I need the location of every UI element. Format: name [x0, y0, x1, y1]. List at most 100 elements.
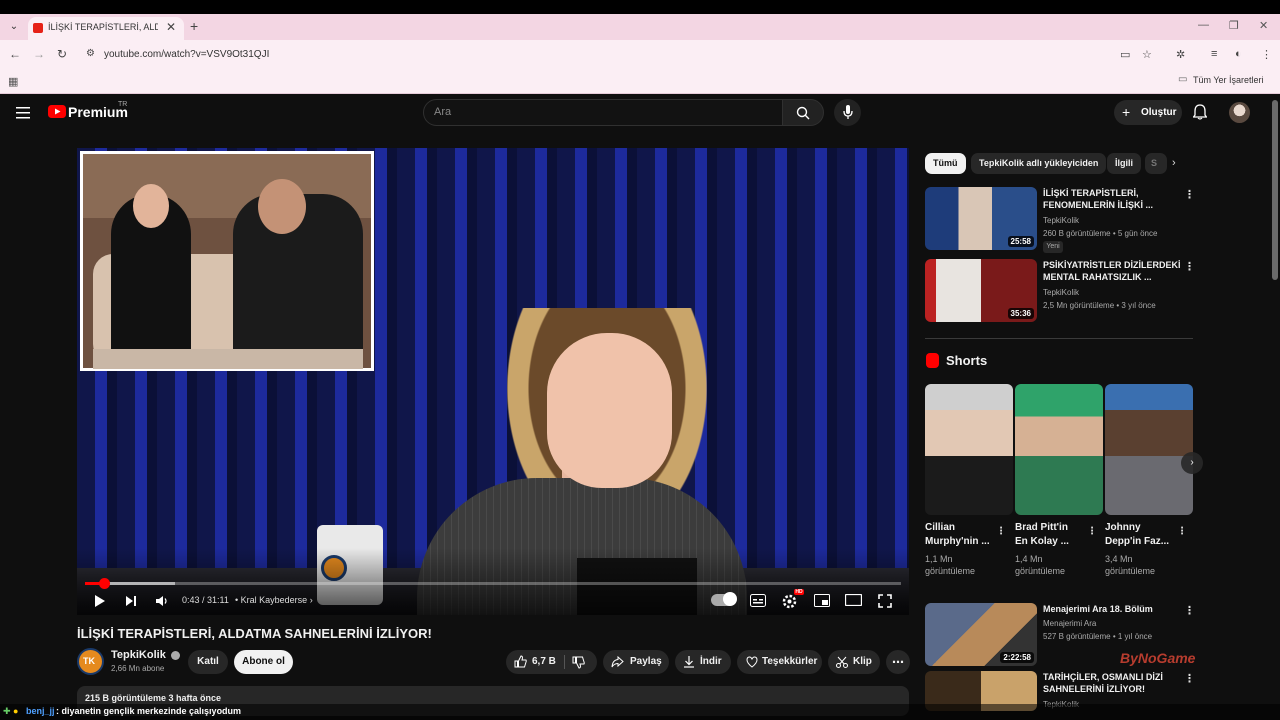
related-channel[interactable]: TepkiKolik: [1043, 288, 1079, 297]
related-title[interactable]: İLİŞKİ TERAPİSTLERİ, FENOMENLERİN İLİŞKİ…: [1043, 187, 1183, 211]
url-text[interactable]: youtube.com/watch?v=VSV9Ot31QJI: [104, 49, 269, 60]
notifications-bell-icon[interactable]: [1193, 104, 1207, 120]
share-arrow-icon: [611, 656, 624, 668]
account-avatar[interactable]: [1229, 102, 1250, 123]
related-channel[interactable]: TepkiKolik: [1043, 216, 1079, 225]
fullscreen-icon[interactable]: [878, 594, 892, 608]
microphone-icon: [842, 105, 853, 119]
cast-icon[interactable]: ▭: [1120, 48, 1130, 61]
next-icon[interactable]: [124, 594, 138, 608]
forward-icon[interactable]: →: [33, 47, 45, 61]
chat-message: : diyanetin gençlik merkezinde çalışıyod…: [56, 706, 242, 716]
minimize-icon[interactable]: —: [1198, 19, 1209, 31]
download-button[interactable]: İndir: [675, 650, 731, 674]
subtitles-icon[interactable]: [750, 594, 766, 607]
voice-search-button[interactable]: [834, 99, 861, 126]
chapter-label: • Kral Kaybederse: [235, 595, 308, 605]
clip-button[interactable]: Klip: [828, 650, 880, 674]
restore-icon[interactable]: ❐: [1229, 19, 1239, 32]
short-menu-icon[interactable]: ⋮: [1087, 526, 1097, 537]
scrollbar-thumb[interactable]: [1272, 100, 1278, 280]
plus-icon: +: [1122, 104, 1131, 120]
back-icon[interactable]: ←: [9, 47, 21, 61]
short-title[interactable]: Brad Pitt'in En Kolay ...: [1015, 521, 1083, 549]
thanks-button[interactable]: Teşekkürler: [737, 650, 822, 674]
play-icon[interactable]: [93, 594, 107, 608]
channel-avatar-initials: TK: [83, 656, 95, 666]
progress-bar[interactable]: [85, 582, 901, 585]
short-title[interactable]: Johnny Depp'in Faz...: [1105, 521, 1173, 549]
progress-scrubber[interactable]: [99, 578, 110, 589]
short-title[interactable]: Cillian Murphy'nin ...: [925, 521, 993, 549]
miniplayer-icon[interactable]: [814, 594, 830, 607]
subscribe-button[interactable]: Abone ol: [234, 650, 293, 674]
video-frame-face: [547, 333, 672, 488]
related-menu-icon[interactable]: ⋮: [1184, 260, 1195, 273]
related-thumbnail[interactable]: 25:58: [925, 187, 1037, 250]
short-thumbnail[interactable]: [1015, 384, 1103, 515]
video-player[interactable]: 0:43 / 31:11 • Kral Kaybederse › HD: [77, 148, 909, 615]
theater-mode-icon[interactable]: [845, 594, 862, 606]
more-actions-icon[interactable]: ⋯: [886, 650, 910, 674]
hamburger-menu-icon[interactable]: [16, 106, 32, 120]
shorts-next-icon[interactable]: ›: [1181, 452, 1203, 474]
share-button[interactable]: Paylaş: [603, 650, 669, 674]
shorts-title: Shorts: [946, 353, 988, 368]
browser-tab[interactable]: İLİŞKİ TERAPİSTLERİ, ALDATMA SAHNELERİNİ…: [28, 17, 184, 40]
bookmark-star-icon[interactable]: ☆: [1142, 48, 1152, 61]
channel-avatar[interactable]: TK: [77, 648, 104, 675]
related-title[interactable]: Menajerimi Ara 18. Bölüm: [1043, 603, 1183, 615]
address-bar-row: ← → ↻ ⚙ youtube.com/watch?v=VSV9Ot31QJI …: [0, 40, 1280, 70]
new-tab-icon[interactable]: +: [190, 18, 198, 34]
video-title: İLİŞKİ TERAPİSTLERİ, ALDATMA SAHNELERİNİ…: [77, 626, 432, 641]
window-close-icon[interactable]: ✕: [1259, 19, 1268, 32]
apps-grid-icon[interactable]: ▦: [8, 75, 18, 88]
reload-icon[interactable]: ↻: [57, 47, 67, 61]
chips-next-chevron-icon[interactable]: ›: [1172, 157, 1176, 169]
site-info-icon[interactable]: ⚙: [86, 48, 95, 59]
bookmarks-bar: ▦ ▭ Tüm Yer İşaretleri: [0, 70, 1280, 94]
tab-search-chevron-icon[interactable]: ⌄: [6, 19, 22, 35]
chip-truncated[interactable]: S: [1145, 153, 1167, 174]
verified-check-icon: [171, 651, 180, 660]
extensions-icon[interactable]: ✲: [1176, 48, 1185, 61]
all-bookmarks-link[interactable]: Tüm Yer İşaretleri: [1193, 75, 1264, 85]
search-input[interactable]: [423, 99, 783, 126]
join-button[interactable]: Katıl: [188, 650, 228, 674]
new-badge: Yeni: [1043, 241, 1063, 253]
chip-all[interactable]: Tümü: [925, 153, 966, 174]
related-meta: 527 B görüntüleme • 1 yıl önce: [1043, 632, 1153, 641]
like-icon[interactable]: [514, 655, 527, 668]
like-count[interactable]: 6,7 B: [532, 650, 556, 674]
related-title[interactable]: PSİKİYATRİSTLER DİZİLERDEKİ MENTAL RAHAT…: [1043, 259, 1183, 283]
channel-name[interactable]: TepkiKolik: [111, 649, 166, 661]
super-thanks-icon: [746, 656, 758, 668]
related-thumbnail[interactable]: 35:36: [925, 259, 1037, 322]
chip-from-uploader[interactable]: TepkiKolik adlı yükleyiciden: [971, 153, 1107, 174]
dislike-icon[interactable]: [572, 656, 585, 669]
search-placeholder: Ara: [434, 106, 452, 118]
chapter-chevron-icon: ›: [309, 595, 313, 605]
youtube-logo-icon[interactable]: [48, 105, 66, 118]
short-thumbnail[interactable]: [1105, 384, 1193, 515]
related-channel[interactable]: Menajerimi Ara: [1043, 619, 1096, 628]
volume-icon[interactable]: [155, 594, 169, 608]
tab-close-icon[interactable]: ✕: [166, 20, 176, 34]
settings-gear-icon[interactable]: [782, 594, 797, 609]
related-thumbnail[interactable]: 2:22:58: [925, 603, 1037, 666]
browser-menu-icon[interactable]: ⋮: [1261, 48, 1272, 61]
chip-related[interactable]: İlgili: [1107, 153, 1141, 174]
short-thumbnail[interactable]: [925, 384, 1013, 515]
related-menu-icon[interactable]: ⋮: [1184, 672, 1195, 685]
related-title[interactable]: TARİHÇİLER, OSMANLI DİZİ SAHNELERİNİ İZL…: [1043, 671, 1183, 695]
media-control-icon[interactable]: ≡: [1211, 48, 1217, 60]
short-menu-icon[interactable]: ⋮: [1177, 526, 1187, 537]
related-menu-icon[interactable]: ⋮: [1184, 604, 1195, 617]
related-menu-icon[interactable]: ⋮: [1184, 188, 1195, 201]
search-button[interactable]: [782, 99, 824, 126]
chapter-title[interactable]: • Kral Kaybederse ›: [235, 595, 313, 605]
profile-icon[interactable]: ◐: [1235, 48, 1242, 60]
short-menu-icon[interactable]: ⋮: [996, 526, 1006, 537]
views-and-date: 215 B görüntüleme 3 hafta önce: [85, 693, 222, 703]
video-duration: 2:22:58: [1000, 652, 1034, 663]
